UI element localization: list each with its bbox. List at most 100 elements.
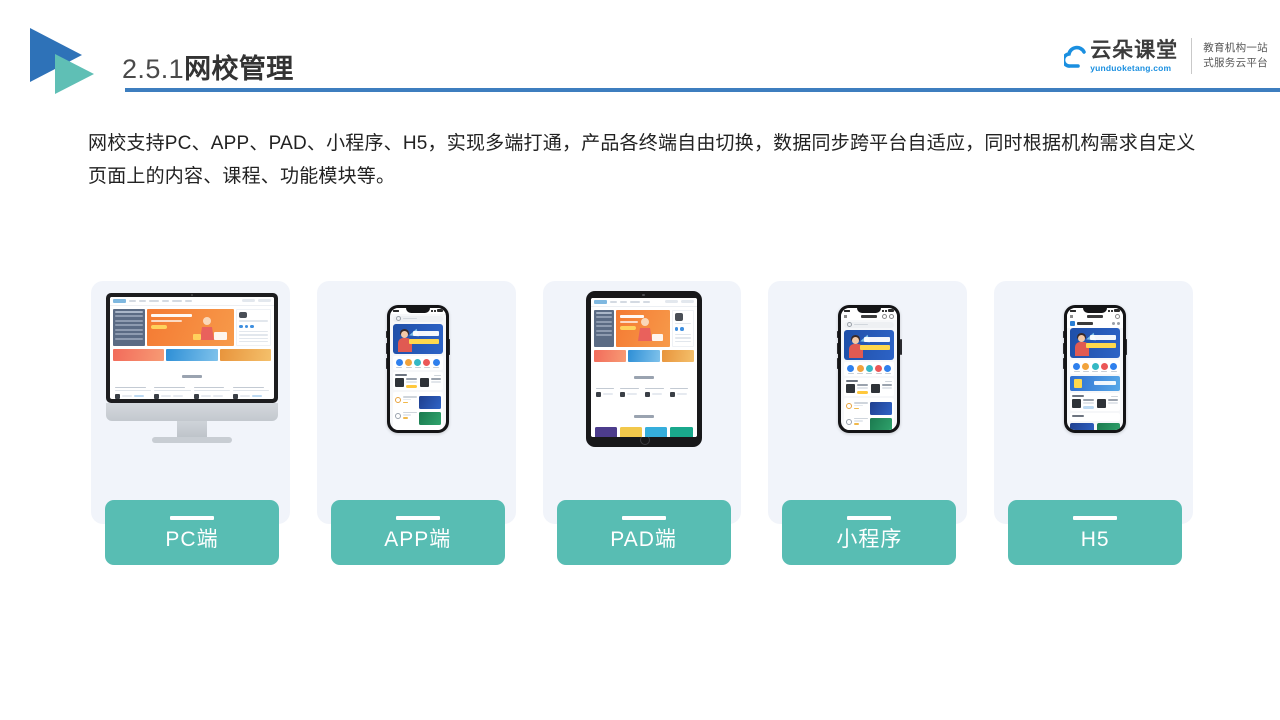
phone-screen: [1067, 307, 1124, 430]
promo-card[interactable]: [1070, 422, 1094, 430]
category-item[interactable]: [395, 358, 403, 369]
item-line: [882, 387, 893, 389]
brandbar-actions[interactable]: [1112, 322, 1121, 325]
list-item[interactable]: [846, 417, 893, 430]
grid-item[interactable]: [619, 426, 643, 437]
item-thumbnail: [870, 402, 893, 416]
course-item: [193, 386, 230, 399]
double-triangle-play-icon: [28, 28, 104, 94]
featured-item[interactable]: [1072, 399, 1095, 409]
category-icon: [1100, 362, 1108, 370]
panel-line: [239, 334, 268, 336]
app-hero-banner[interactable]: [844, 329, 895, 360]
promotion-banner[interactable]: [1070, 376, 1121, 392]
category-item[interactable]: [856, 364, 864, 375]
category-item[interactable]: [1110, 362, 1118, 373]
promo-card: [219, 348, 271, 361]
category-item[interactable]: [1091, 362, 1099, 373]
app-hero-banner[interactable]: [1070, 327, 1121, 358]
browser-title-bar: [1067, 313, 1124, 320]
featured-section: [844, 378, 895, 396]
category-item[interactable]: [1073, 362, 1081, 373]
promo-card[interactable]: [1096, 422, 1121, 430]
category-item[interactable]: [423, 358, 431, 369]
category-item[interactable]: [405, 358, 413, 369]
grid-item[interactable]: [644, 426, 668, 437]
course-meta: [232, 393, 269, 399]
category-item[interactable]: [884, 364, 892, 375]
section-title: [591, 362, 697, 386]
phone-power-button: [900, 338, 902, 355]
featured-item[interactable]: [1097, 399, 1119, 409]
grid-item[interactable]: [669, 426, 693, 437]
device-card-app[interactable]: APP端: [316, 281, 516, 565]
list-item[interactable]: [394, 411, 441, 425]
device-card-pc[interactable]: PC端: [91, 281, 290, 565]
device-card-pad[interactable]: PAD端: [542, 281, 742, 565]
sidebar-item: [595, 320, 612, 323]
course-thumb: [193, 393, 199, 399]
sidebar-item: [595, 334, 612, 336]
category-icon: [405, 358, 413, 366]
meta-tag: [251, 395, 262, 398]
app-hero-banner[interactable]: [392, 323, 443, 354]
section-more-link[interactable]: [885, 380, 893, 383]
list-item[interactable]: [846, 402, 893, 416]
website-hero: [591, 307, 697, 350]
item-line: [430, 381, 441, 383]
grid-item[interactable]: [594, 426, 618, 437]
category-item[interactable]: [875, 364, 883, 375]
featured-item[interactable]: [394, 378, 417, 388]
card-label-h5[interactable]: H5: [1008, 500, 1183, 565]
item-line: [1108, 402, 1119, 404]
miniprogram-title: [861, 315, 878, 318]
category-item[interactable]: [865, 364, 873, 375]
category-item[interactable]: [847, 364, 855, 375]
sidebar-item: [115, 310, 143, 313]
intro-paragraph: 网校支持PC、APP、PAD、小程序、H5，实现多端打通，产品各终端自由切换，数…: [88, 133, 1196, 187]
back-icon[interactable]: [1070, 315, 1074, 318]
course-title: [232, 386, 264, 389]
card-label-app[interactable]: APP端: [330, 500, 505, 565]
banner-illustration: [193, 316, 228, 340]
card-label-pad[interactable]: PAD端: [556, 500, 731, 565]
device-card-h5[interactable]: H5: [994, 281, 1193, 565]
label-dash: [395, 515, 440, 520]
category-item[interactable]: [1082, 362, 1090, 373]
category-icon: [395, 358, 403, 366]
panel-line: [674, 340, 691, 343]
item-text: [430, 378, 441, 387]
section-more-link[interactable]: [1111, 395, 1119, 398]
hero-banner: [146, 308, 235, 346]
section-more-link[interactable]: [433, 374, 441, 377]
promo-card: [593, 349, 626, 362]
card-label-pc[interactable]: PC端: [105, 500, 279, 565]
category-item[interactable]: [1100, 362, 1108, 373]
banner-subtitle-line: [860, 344, 891, 350]
item-thumbnail: [394, 378, 404, 388]
promo-strip: [110, 348, 274, 361]
back-icon[interactable]: [844, 315, 848, 318]
featured-item[interactable]: [419, 378, 441, 388]
category-item[interactable]: [414, 358, 422, 369]
panel-line: [674, 333, 691, 336]
browser-menu[interactable]: [1115, 314, 1121, 319]
app-search-input[interactable]: [392, 315, 443, 322]
device-card-miniprogram[interactable]: 小程序: [768, 281, 968, 565]
app-search-input[interactable]: [844, 321, 895, 328]
phone-device: [1063, 304, 1128, 433]
miniprogram-capsule-menu[interactable]: [882, 314, 895, 319]
category-icon: [847, 364, 855, 372]
website-logo: [113, 298, 126, 303]
phone-volume-down-button: [385, 357, 387, 369]
brand-tagline-line1: 教育机构一站: [1203, 41, 1268, 54]
card-label-text: APP端: [384, 527, 452, 551]
course-thumb: [232, 393, 238, 399]
card-label-text: 小程序: [836, 527, 903, 551]
course-title: [669, 387, 689, 390]
card-label-miniprogram[interactable]: 小程序: [782, 500, 957, 565]
featured-item[interactable]: [871, 384, 893, 394]
list-item[interactable]: [394, 396, 441, 410]
featured-item[interactable]: [846, 384, 869, 394]
category-item[interactable]: [432, 358, 440, 369]
